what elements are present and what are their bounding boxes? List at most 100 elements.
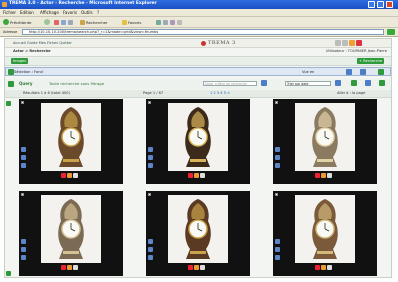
settings-icon[interactable] bbox=[349, 40, 355, 46]
pdf-icon[interactable] bbox=[188, 173, 193, 178]
select-checkbox[interactable] bbox=[148, 193, 151, 196]
card-tool-icon[interactable] bbox=[21, 155, 26, 160]
edit-icon[interactable] bbox=[67, 265, 72, 270]
sort-select[interactable]: Trier par date bbox=[285, 81, 331, 86]
select-checkbox[interactable] bbox=[21, 193, 24, 196]
clock-thumbnail[interactable] bbox=[41, 103, 101, 171]
history-button[interactable] bbox=[163, 19, 168, 25]
info-icon[interactable] bbox=[200, 265, 205, 270]
search-button[interactable]: Rechercher bbox=[80, 19, 108, 25]
card-tool-icon[interactable] bbox=[275, 155, 280, 160]
close-button[interactable] bbox=[386, 1, 393, 8]
result-card[interactable] bbox=[273, 191, 377, 276]
card-tool-icon[interactable] bbox=[21, 147, 26, 152]
query-toggle-icon[interactable] bbox=[8, 81, 14, 87]
edit-icon[interactable] bbox=[321, 265, 326, 270]
card-tool-icon[interactable] bbox=[148, 155, 153, 160]
card-tool-icon[interactable] bbox=[21, 239, 26, 244]
back-button[interactable]: Précédente bbox=[3, 19, 31, 25]
clock-thumbnail[interactable] bbox=[41, 195, 101, 263]
print-icon[interactable] bbox=[342, 40, 348, 46]
sort-icon[interactable] bbox=[335, 80, 341, 86]
filter-icon[interactable] bbox=[351, 80, 357, 86]
card-tool-icon[interactable] bbox=[148, 239, 153, 244]
media-button[interactable] bbox=[156, 19, 161, 25]
result-card[interactable] bbox=[146, 99, 250, 184]
info-icon[interactable] bbox=[327, 173, 332, 178]
card-tool-icon[interactable] bbox=[21, 255, 26, 260]
address-input[interactable]: http://10.10.10.200/trema/search.php?_r=… bbox=[22, 29, 384, 35]
card-tool-icon[interactable] bbox=[21, 247, 26, 252]
card-tool-icon[interactable] bbox=[275, 147, 280, 152]
breadcrumb[interactable]: Actor > Recherche bbox=[13, 49, 51, 53]
menu-item-help[interactable]: ? bbox=[97, 10, 99, 15]
card-tool-icon[interactable] bbox=[275, 239, 280, 244]
edit-icon[interactable] bbox=[67, 173, 72, 178]
card-tool-icon[interactable] bbox=[148, 247, 153, 252]
edit-icon[interactable] bbox=[194, 173, 199, 178]
clock-thumbnail[interactable] bbox=[295, 103, 355, 171]
page-numbers[interactable]: 1 2 3 4 5 > bbox=[210, 91, 230, 95]
expand-icon[interactable] bbox=[378, 69, 384, 75]
stop-button[interactable] bbox=[54, 19, 59, 25]
result-card[interactable] bbox=[146, 191, 250, 276]
card-tool-icon[interactable] bbox=[275, 255, 280, 260]
new-search-button[interactable]: + Recherche bbox=[357, 58, 385, 64]
refresh-button[interactable] bbox=[61, 19, 66, 25]
mail-button[interactable] bbox=[170, 19, 175, 25]
tool-icon[interactable] bbox=[6, 101, 11, 106]
clock-thumbnail[interactable] bbox=[168, 195, 228, 263]
clock-thumbnail[interactable] bbox=[168, 103, 228, 171]
edit-icon[interactable] bbox=[321, 173, 326, 178]
result-card[interactable] bbox=[273, 99, 377, 184]
clock-thumbnail[interactable] bbox=[295, 195, 355, 263]
search-input[interactable]: Saisir critère de recherche bbox=[203, 81, 257, 86]
view-list-icon[interactable] bbox=[360, 69, 366, 75]
images-button[interactable]: Images bbox=[11, 58, 29, 64]
add-icon[interactable] bbox=[379, 80, 385, 86]
card-tool-icon[interactable] bbox=[148, 147, 153, 152]
select-checkbox[interactable] bbox=[275, 101, 278, 104]
result-card[interactable] bbox=[19, 191, 123, 276]
minimize-button[interactable] bbox=[368, 1, 375, 8]
menu-item-favoris[interactable]: Favoris bbox=[63, 10, 77, 15]
forward-button[interactable] bbox=[44, 19, 50, 25]
menu-item-affichage[interactable]: Affichage bbox=[40, 10, 59, 15]
home-button[interactable] bbox=[68, 19, 73, 25]
edit-icon[interactable] bbox=[194, 265, 199, 270]
card-tool-icon[interactable] bbox=[148, 163, 153, 168]
view-grid-icon[interactable] bbox=[346, 69, 352, 75]
card-tool-icon[interactable] bbox=[275, 163, 280, 168]
print-button[interactable] bbox=[177, 19, 182, 25]
result-card[interactable] bbox=[19, 99, 123, 184]
info-icon[interactable] bbox=[73, 265, 78, 270]
search-icon[interactable] bbox=[261, 80, 267, 86]
pdf-icon[interactable] bbox=[61, 265, 66, 270]
view-label: Vue en bbox=[302, 70, 315, 74]
info-icon[interactable] bbox=[327, 265, 332, 270]
select-checkbox[interactable] bbox=[148, 101, 151, 104]
pdf-icon[interactable] bbox=[61, 173, 66, 178]
card-tool-icon[interactable] bbox=[275, 247, 280, 252]
pdf-icon[interactable] bbox=[315, 265, 320, 270]
favorites-button[interactable]: Favoris bbox=[122, 19, 141, 25]
card-tool-icon[interactable] bbox=[148, 255, 153, 260]
help-icon[interactable] bbox=[335, 40, 341, 46]
card-tool-icon[interactable] bbox=[21, 163, 26, 168]
menu-item-fichier[interactable]: Fichier bbox=[3, 10, 16, 15]
logout-icon[interactable] bbox=[356, 40, 362, 46]
maximize-button[interactable] bbox=[377, 1, 384, 8]
select-checkbox[interactable] bbox=[275, 193, 278, 196]
menu-item-edition[interactable]: Edition bbox=[20, 10, 34, 15]
info-icon[interactable] bbox=[73, 173, 78, 178]
options-icon[interactable] bbox=[365, 80, 371, 86]
pdf-icon[interactable] bbox=[188, 265, 193, 270]
go-button[interactable] bbox=[387, 29, 395, 35]
select-checkbox[interactable] bbox=[21, 101, 24, 104]
top-nav-links[interactable]: Accueil Guide Mes Fiches Quitter bbox=[13, 41, 72, 45]
goto-page[interactable]: Aller à : la page bbox=[337, 91, 365, 95]
pdf-icon[interactable] bbox=[315, 173, 320, 178]
tool-icon[interactable] bbox=[6, 271, 11, 276]
menu-item-outils[interactable]: Outils bbox=[81, 10, 93, 15]
info-icon[interactable] bbox=[200, 173, 205, 178]
